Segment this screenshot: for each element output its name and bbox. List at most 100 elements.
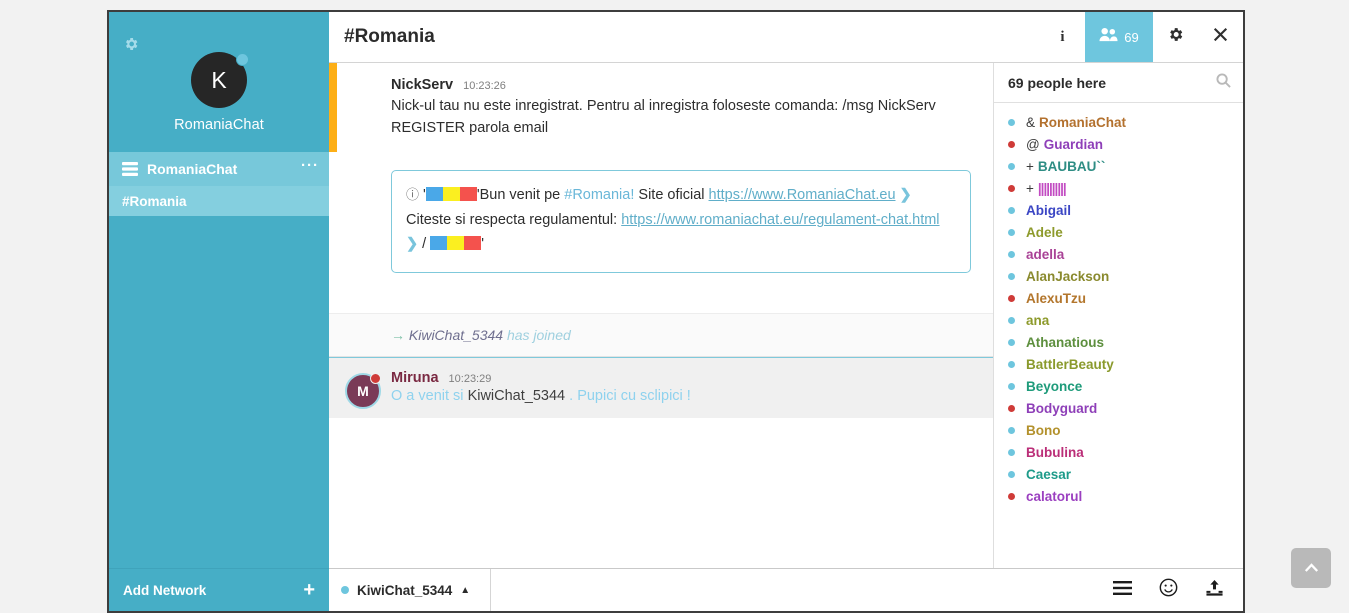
list-item[interactable]: calatorul [994,485,1243,507]
menu-button[interactable] [1099,569,1145,611]
gear-icon [1167,26,1184,48]
user-status-dot [1008,228,1015,236]
topic-quote-close: ' [481,235,485,252]
message-timestamp: 10:23:29 [448,373,492,386]
message-text-before: O a venit si [391,388,468,405]
topic-seg2: Site oficial [634,186,709,203]
list-item[interactable]: Caesar [994,463,1243,485]
channel-topbar: #Romania i 69 [329,12,1243,63]
join-text: has joined [506,327,571,344]
list-item[interactable]: Bodyguard [994,397,1243,419]
message-author[interactable]: Miruna [391,370,439,386]
user-nick: Caesar [1026,466,1072,482]
info-icon: i [1060,28,1065,45]
topic-link-rules-b[interactable]: html [912,212,939,228]
list-item[interactable]: Athanatious [994,331,1243,353]
user-list-panel: 69 people here & RomaniaChat @ Guardian + BAU… [993,63,1243,568]
user-status-dot [1008,184,1015,192]
user-status-dot [1008,162,1015,170]
network-more-button[interactable]: ··· [301,158,319,176]
message-body: Nick-ul tau nu este inregistrat. Pentru … [391,98,936,137]
hamburger-menu-icon [1112,580,1132,600]
sidebar-network-romaniachat[interactable]: RomaniaChat ··· [109,152,329,186]
avatar-initial: M [357,383,369,400]
user-status-dot [1008,360,1015,368]
list-item[interactable]: ana [994,309,1243,331]
topic-link-site[interactable]: https://www.RomaniaChat.eu [709,187,896,203]
list-item[interactable]: AlanJackson [994,265,1243,287]
list-item[interactable]: Adele [994,221,1243,243]
message-text-after: . Pupici cu sclipici ! [565,388,691,405]
list-item[interactable]: AlexuTzu [994,287,1243,309]
people-icon [1099,27,1118,47]
list-item[interactable]: Beyonce [994,375,1243,397]
people-count: 69 [1124,29,1139,45]
info-circle-icon: ⓘ [406,186,420,202]
user-nick: Adele [1026,224,1063,240]
list-item[interactable]: Bubulina [994,441,1243,463]
message-timestamp: 10:23:26 [463,80,506,92]
avatar[interactable]: M [345,373,381,410]
user-nick: adella [1026,246,1065,262]
user-mode-prefix: + [1026,158,1034,174]
close-channel-button[interactable] [1198,12,1243,62]
message-input[interactable] [491,569,1099,611]
emoji-button[interactable] [1145,569,1191,611]
avatar[interactable]: K [191,52,249,108]
network-name: RomaniaChat [147,161,238,177]
input-action-icons [1099,569,1243,611]
add-network-button[interactable]: Add Network + [109,568,329,611]
join-nick[interactable]: KiwiChat_5344 [409,327,503,343]
sidebar-username: RomaniaChat [174,117,264,133]
topic-link-rules-a[interactable]: https://www.romaniachat.eu/regulament-ch… [621,212,912,228]
user-nick: |||||||||| [1037,180,1067,196]
channel-info-button[interactable]: i [1040,12,1085,62]
user-status-dot [1008,140,1015,148]
user-status-dot [1008,294,1015,302]
message-nickserv: NickServ 10:23:26 Nick-ul tau nu este in… [329,63,993,152]
list-item[interactable]: & RomaniaChat [994,111,1243,133]
topic-sep: / [418,235,431,252]
channel-settings-button[interactable] [1153,12,1198,62]
user-status-dot [1008,426,1015,434]
search-icon[interactable] [1216,72,1231,93]
close-icon [1213,27,1228,47]
romanian-flag-icon [425,186,477,209]
user-nick: calatorul [1026,488,1083,504]
body-row: NickServ 10:23:26 Nick-ul tau nu este in… [329,63,1243,568]
message-author[interactable]: NickServ [391,77,453,93]
user-count-label: 69 people here [1008,74,1107,91]
plus-icon: + [303,579,315,601]
user-status-dot [1008,448,1015,456]
list-item[interactable]: BattlerBeauty [994,353,1243,375]
user-status-dot [1008,404,1015,412]
toggle-userlist-button[interactable]: 69 [1085,12,1153,62]
list-item[interactable]: @ Guardian [994,133,1243,155]
status-dot [236,53,249,66]
main-panel: #Romania i 69 NickServ 10:23:26 Nick-ul … [329,10,1245,613]
topic-seg3: Citeste si respecta regulamentul: [406,212,622,229]
sidebar-channel-romania[interactable]: #Romania [109,186,329,216]
current-user-profile: K RomaniaChat [109,12,329,133]
romanian-flag-icon-2 [430,235,482,258]
sidebar-filler [109,216,329,568]
message-mention[interactable]: KiwiChat_5344 [468,388,566,404]
user-list-scroll[interactable]: & RomaniaChat @ Guardian + BAUBAU`` + |||||||||… [994,103,1243,568]
smiley-face-icon [1159,578,1178,602]
user-nick: Abigail [1026,202,1072,218]
settings-gear-icon[interactable] [121,34,141,54]
join-event-row: → KiwiChat_5344 has joined [329,313,993,358]
user-nick: BattlerBeauty [1026,356,1114,372]
topic-channel-mention[interactable]: #Romania! [564,187,634,203]
upload-icon [1205,579,1224,602]
nick-selector[interactable]: KiwiChat_5344 ▲ [329,569,491,611]
list-item[interactable]: + BAUBAU`` [994,155,1243,177]
list-item[interactable]: Abigail [994,199,1243,221]
list-item[interactable]: adella [994,243,1243,265]
upload-button[interactable] [1191,569,1237,611]
user-list-header: 69 people here [994,63,1243,103]
list-item[interactable]: Bono [994,419,1243,441]
list-item[interactable]: + |||||||||| [994,177,1243,199]
channel-label: #Romania [122,193,187,209]
scroll-to-top-button[interactable] [1291,548,1331,588]
